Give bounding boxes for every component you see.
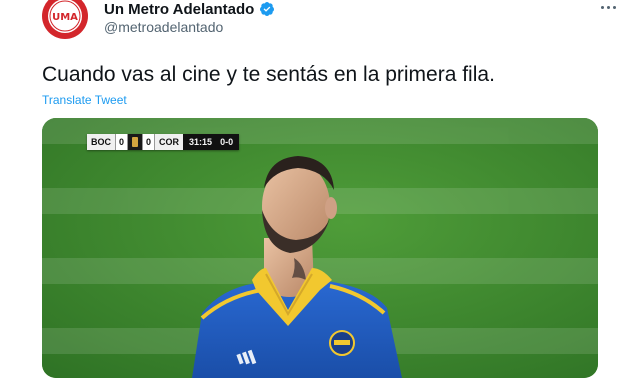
avatar[interactable]: UMA — [41, 0, 89, 40]
author-row: Un Metro Adelantado — [104, 0, 275, 18]
match-scoreboard: BOC 0 0 COR 31:15 0-0 — [87, 134, 240, 150]
author-handle[interactable]: @metroadelantado — [104, 19, 223, 35]
avatar-initials: UMA — [52, 12, 78, 23]
avatar-logo-icon: UMA — [42, 0, 88, 39]
trophy-icon — [128, 134, 143, 150]
translate-tweet-link[interactable]: Translate Tweet — [42, 93, 127, 107]
match-clock: 31:15 — [183, 134, 219, 150]
verified-badge-icon — [259, 1, 275, 17]
tweet-text: Cuando vas al cine y te sentás en la pri… — [42, 63, 495, 86]
aggregate-score: 0-0 — [218, 134, 240, 150]
more-options-icon[interactable] — [596, 0, 620, 14]
player-photo — [42, 118, 598, 378]
tweet-media-image[interactable]: BOC 0 0 COR 31:15 0-0 — [42, 118, 598, 378]
away-score: 0 — [142, 134, 156, 150]
away-team-label: COR — [155, 134, 184, 150]
home-score: 0 — [115, 134, 129, 150]
display-name[interactable]: Un Metro Adelantado — [104, 1, 254, 18]
home-team-label: BOC — [87, 134, 115, 150]
tweet-card: UMA Un Metro Adelantado @metroadelantado… — [0, 0, 642, 378]
